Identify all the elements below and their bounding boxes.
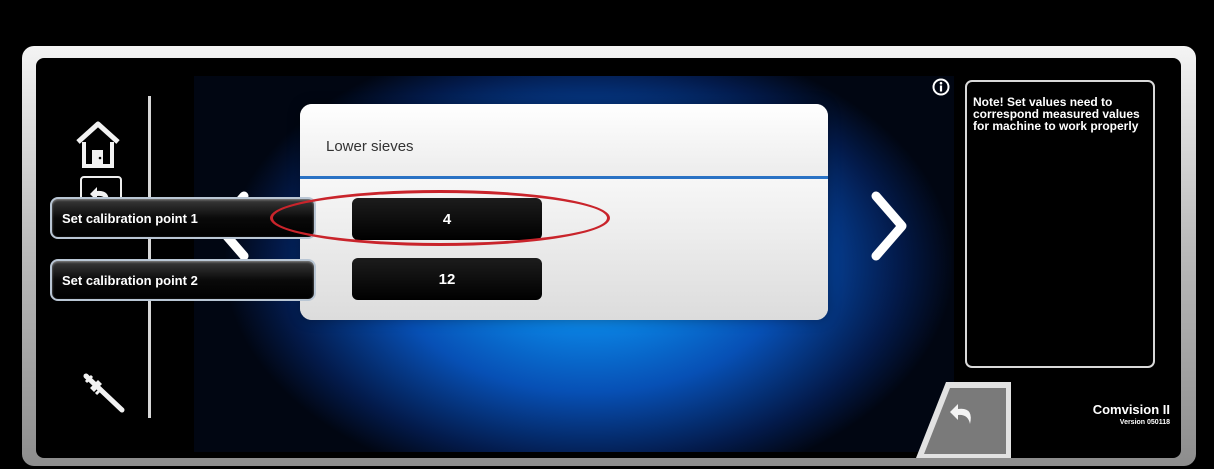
note-box: Note! Set values need to correspond meas… — [965, 80, 1155, 368]
note-text: Note! Set values need to correspond meas… — [973, 95, 1140, 133]
highlight-ellipse — [270, 190, 610, 246]
panel-header: Lower sieves — [300, 104, 828, 179]
return-icon[interactable] — [916, 380, 1011, 458]
chevron-right-icon[interactable] — [858, 186, 918, 266]
calibration-point-2-value[interactable]: 12 — [352, 258, 542, 300]
panel-title: Lower sieves — [326, 138, 414, 155]
brand: Comvision II Version 050118 — [1070, 402, 1170, 426]
info-icon[interactable] — [932, 78, 950, 96]
set-calibration-point-2-button[interactable]: Set calibration point 2 — [50, 259, 316, 301]
home-icon[interactable] — [74, 120, 122, 170]
caliper-icon[interactable] — [80, 368, 128, 416]
rail-divider — [148, 96, 151, 418]
display: Lower sieves Set calibration point 1 4 S… — [36, 58, 1181, 458]
brand-version: Version 050118 — [1119, 419, 1170, 426]
brand-name: Comvision II — [1092, 402, 1170, 417]
